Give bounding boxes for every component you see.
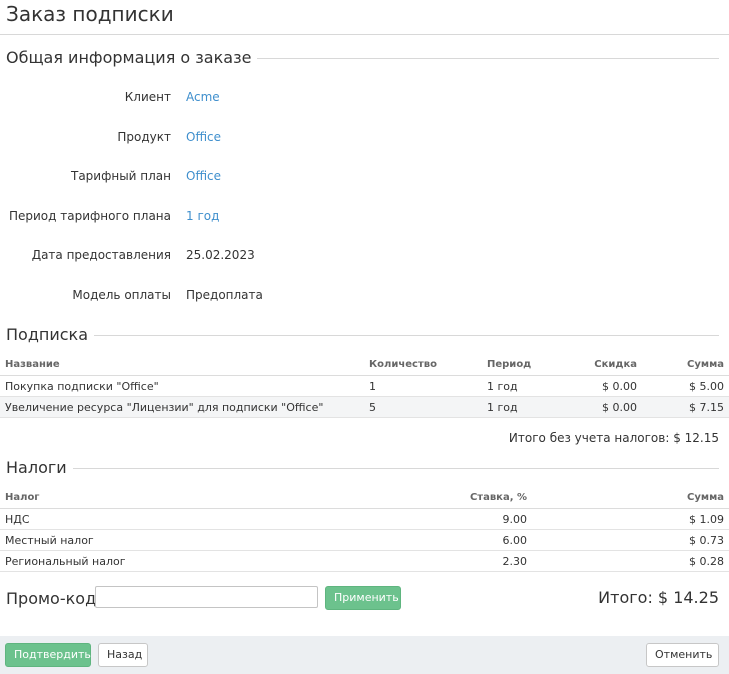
cell-amount: $ 5.00	[642, 375, 729, 397]
section-divider	[72, 467, 719, 469]
payment-model-label: Модель оплаты	[72, 288, 171, 302]
cell-period: 1 год	[482, 375, 550, 397]
cell-name: Покупка подписки "Office"	[0, 375, 364, 397]
payment-model-row: Модель оплаты Предоплата	[0, 285, 729, 305]
table-row: НДС 9.00 $ 1.09	[0, 508, 729, 530]
subtotal-text: Итого без учета налогов: $ 12.15	[508, 431, 719, 445]
subscription-table: Название Количество Период Скидка Сумма …	[0, 354, 729, 418]
plan-period-row: Период тарифного плана 1 год	[0, 206, 729, 226]
cell-tax-name: Местный налог	[0, 529, 360, 551]
table-row: Покупка подписки "Office" 1 1 год $ 0.00…	[0, 375, 729, 397]
cell-name: Увеличение ресурса "Лицензии" для подпис…	[0, 396, 364, 418]
client-row: Клиент Acme	[0, 87, 729, 107]
promo-code-input[interactable]	[95, 586, 318, 608]
section-divider	[94, 334, 719, 336]
taxes-table: Налог Ставка, % Сумма НДС 9.00 $ 1.09 Ме…	[0, 487, 729, 572]
promo-code-label: Промо-код	[6, 589, 97, 608]
confirm-button[interactable]: Подтвердить	[5, 643, 91, 667]
column-header-discount: Скидка	[550, 354, 642, 376]
cell-discount: $ 0.00	[550, 375, 642, 397]
cell-tax-rate: 9.00	[360, 508, 532, 530]
plan-period-label: Период тарифного плана	[8, 209, 171, 223]
cell-amount: $ 7.15	[642, 396, 729, 418]
general-info-section-header: Общая информация о заказе	[6, 46, 719, 68]
general-info-heading: Общая информация о заказе	[6, 47, 252, 67]
client-link[interactable]: Acme	[186, 87, 220, 107]
cell-tax-name: НДС	[0, 508, 360, 530]
plan-row: Тарифный план Office	[0, 166, 729, 186]
section-divider	[257, 57, 719, 59]
subscription-heading: Подписка	[6, 324, 89, 344]
subscription-section-header: Подписка	[6, 323, 719, 345]
provision-date-row: Дата предоставления 25.02.2023	[0, 245, 729, 265]
taxes-section-header: Налоги	[6, 456, 719, 478]
provision-date-value: 25.02.2023	[186, 248, 255, 262]
apply-promo-button[interactable]: Применить	[325, 586, 401, 610]
cell-tax-amount: $ 1.09	[532, 508, 729, 530]
provision-date-label: Дата предоставления	[31, 248, 171, 262]
cell-tax-amount: $ 0.73	[532, 529, 729, 551]
footer-toolbar: Подтвердить Назад Отменить	[0, 636, 729, 674]
cell-quantity: 1	[364, 375, 482, 397]
cell-tax-rate: 6.00	[360, 529, 532, 551]
client-label: Клиент	[124, 90, 171, 104]
product-label: Продукт	[117, 130, 171, 144]
plan-period-link[interactable]: 1 год	[186, 206, 219, 226]
column-header-period: Период	[482, 354, 550, 376]
table-row: Региональный налог 2.30 $ 0.28	[0, 550, 729, 572]
column-header-amount: Сумма	[642, 354, 729, 376]
cell-tax-name: Региональный налог	[0, 550, 360, 572]
column-header-name: Название	[0, 354, 364, 376]
cell-period: 1 год	[482, 396, 550, 418]
title-divider	[0, 34, 729, 35]
column-header-tax-amount: Сумма	[532, 487, 729, 509]
order-total: Итого: $ 14.25	[598, 588, 719, 607]
column-header-quantity: Количество	[364, 354, 482, 376]
column-header-rate: Ставка, %	[360, 487, 532, 509]
page-title: Заказ подписки	[6, 2, 174, 26]
cell-tax-rate: 2.30	[360, 550, 532, 572]
table-header-row: Название Количество Период Скидка Сумма	[0, 354, 729, 376]
payment-model-value: Предоплата	[186, 288, 263, 302]
table-row: Местный налог 6.00 $ 0.73	[0, 529, 729, 551]
back-button[interactable]: Назад	[98, 643, 148, 667]
product-row: Продукт Office	[0, 127, 729, 147]
table-header-row: Налог Ставка, % Сумма	[0, 487, 729, 509]
cell-discount: $ 0.00	[550, 396, 642, 418]
column-header-tax: Налог	[0, 487, 360, 509]
product-link[interactable]: Office	[186, 127, 221, 147]
plan-link[interactable]: Office	[186, 166, 221, 186]
taxes-heading: Налоги	[6, 457, 67, 477]
cancel-button[interactable]: Отменить	[646, 643, 719, 667]
plan-label: Тарифный план	[70, 169, 171, 183]
cell-tax-amount: $ 0.28	[532, 550, 729, 572]
cell-quantity: 5	[364, 396, 482, 418]
table-row: Увеличение ресурса "Лицензии" для подпис…	[0, 396, 729, 418]
